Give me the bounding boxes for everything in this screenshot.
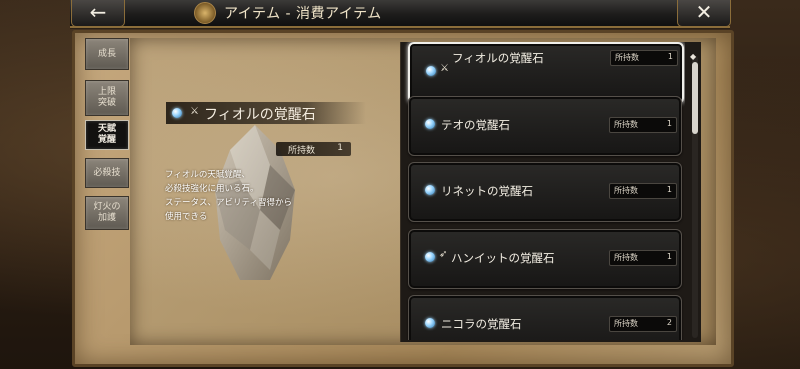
bow-icon: ➶ — [439, 249, 448, 260]
page-title: アイテム - 消費アイテム — [224, 6, 382, 22]
owned-count: 所持数 2 — [609, 316, 677, 332]
tab-limit-break[interactable]: 上限 突破 — [85, 80, 129, 116]
gem-icon — [425, 252, 435, 262]
owned-count-value: 1 — [667, 52, 673, 61]
tab-label: 上限 — [97, 87, 116, 97]
owned-count-label: 所持数 — [614, 120, 638, 129]
owned-count-label: 所持数 — [615, 53, 639, 62]
tab-special-skill[interactable]: 必殺技 — [85, 158, 129, 188]
description-line: フィオルの天賦覚醒、 — [165, 170, 250, 180]
gem-icon — [172, 108, 182, 118]
arrow-left-icon: ← — [89, 0, 107, 24]
owned-count-value: 1 — [666, 185, 672, 194]
tab-talent-awakening[interactable]: 天賦 覚醒 — [85, 120, 129, 150]
description-line: 必殺技強化に用いる石。 — [165, 184, 259, 194]
header-bar: アイテム - 消費アイテム — [70, 0, 730, 28]
tab-label: 加護 — [97, 213, 116, 223]
sword-icon: ⚔ — [190, 106, 199, 117]
item-description: フィオルの天賦覚醒、 必殺技強化に用いる石。 ステータス、アビリティ習得から 使… — [165, 168, 325, 224]
owned-count: 所持数 1 — [609, 183, 677, 199]
list-item[interactable]: ➶ ハンイットの覚醒石 所持数 1 — [408, 229, 682, 289]
gem-icon — [425, 119, 435, 129]
tab-label: 成長 — [97, 48, 116, 59]
tab-torch-blessing[interactable]: 灯火の 加護 — [85, 196, 129, 230]
chevron-up-icon: ◆ — [690, 52, 697, 61]
item-list: ⚔ フィオルの覚醒石 所持数 1 テオの覚醒石 所持数 1 リネットの覚醒石 所… — [400, 42, 685, 340]
gem-icon — [425, 185, 435, 195]
owned-count: 所持数 1 — [609, 250, 677, 266]
tab-label: 天賦 — [97, 124, 116, 134]
owned-count-value: 1 — [337, 143, 343, 153]
item-name: ニコラの覚醒石 — [441, 317, 522, 331]
list-item[interactable]: ニコラの覚醒石 所持数 2 — [408, 295, 682, 340]
owned-count: 所持数 1 — [610, 50, 678, 66]
scrollbar-thumb[interactable] — [692, 62, 698, 134]
gem-icon — [426, 66, 436, 76]
list-item[interactable]: リネットの覚醒石 所持数 1 — [408, 162, 682, 222]
owned-count: 所持数 1 — [276, 142, 351, 156]
tab-label: 突破 — [97, 98, 116, 108]
emblem-icon — [194, 2, 216, 24]
description-line: ステータス、アビリティ習得から — [165, 198, 292, 208]
list-item[interactable]: ⚔ フィオルの覚醒石 所持数 1 — [408, 42, 684, 104]
owned-count-value: 1 — [666, 252, 672, 261]
item-name: テオの覚醒石 — [441, 118, 510, 132]
item-name: リネットの覚醒石 — [441, 184, 533, 198]
owned-count: 所持数 1 — [609, 117, 677, 133]
tab-growth[interactable]: 成長 — [85, 38, 129, 70]
list-item[interactable]: テオの覚醒石 所持数 1 — [408, 96, 682, 156]
owned-count-value: 1 — [666, 119, 672, 128]
owned-count-label: 所持数 — [614, 319, 638, 328]
item-name: フィオルの覚醒石 — [452, 51, 544, 65]
tab-label: 灯火の — [93, 202, 121, 212]
tab-label: 覚醒 — [97, 135, 116, 145]
close-button[interactable]: ✕ — [677, 0, 731, 27]
close-icon: ✕ — [695, 0, 713, 24]
owned-count-label: 所持数 — [288, 146, 316, 156]
owned-count-label: 所持数 — [614, 186, 638, 195]
description-line: 使用できる — [165, 212, 208, 222]
item-title: フィオルの覚醒石 — [204, 107, 316, 123]
owned-count-value: 2 — [666, 318, 672, 327]
sword-icon: ⚔ — [440, 63, 449, 74]
back-button[interactable]: ← — [71, 0, 125, 27]
item-name: ハンイットの覚醒石 — [451, 251, 555, 265]
tab-label: 必殺技 — [93, 167, 121, 178]
gem-icon — [425, 318, 435, 328]
owned-count-label: 所持数 — [614, 253, 638, 262]
